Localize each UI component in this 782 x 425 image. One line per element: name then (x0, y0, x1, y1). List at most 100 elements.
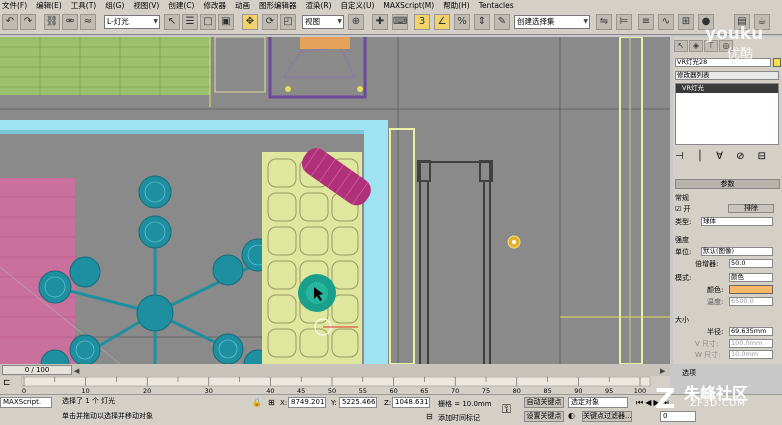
keyboard-shortcut-icon[interactable]: ⌨ (392, 14, 408, 30)
viewport-top[interactable] (0, 37, 670, 364)
temperature-label: 温度: (707, 298, 724, 306)
unlink-icon[interactable]: ⚮ (62, 14, 78, 30)
selection-info: 选择了 1 个 灯光 (60, 397, 246, 408)
select-by-name-icon[interactable]: ☰ (182, 14, 198, 30)
menu-item[interactable]: Tentacles (479, 1, 514, 10)
selection-filter-dropdown[interactable]: L-灯光 (104, 15, 160, 29)
auto-key-button[interactable]: 自动关键点 (524, 397, 564, 408)
curve-editor-icon[interactable]: ∿ (658, 14, 674, 30)
track-tick-label: 65 (420, 387, 428, 394)
add-time-tag[interactable]: 添加时间标记 (438, 413, 480, 423)
bind-space-warp-icon[interactable]: ≈ (80, 14, 96, 30)
track-tick-label: 60 (389, 387, 397, 394)
wsize-field[interactable]: 10.0mm (729, 350, 773, 359)
select-object-icon[interactable]: ↖ (164, 14, 180, 30)
modifier-list-dropdown[interactable]: 修改器列表 (675, 71, 779, 80)
undo-icon[interactable]: ↶ (2, 14, 18, 30)
track-tick-label: 80 (513, 387, 521, 394)
window-crossing-icon[interactable]: ▣ (218, 14, 234, 30)
select-rotate-icon[interactable]: ⟳ (262, 14, 278, 30)
track-tick-label: 55 (359, 387, 367, 394)
stack-item-vray-light[interactable]: VR灯光 (676, 84, 778, 93)
object-color-swatch[interactable] (773, 58, 781, 67)
track-tick-label: 75 (482, 387, 490, 394)
menu-item[interactable]: 自定义(U) (341, 0, 375, 11)
time-prev-icon[interactable]: ◀ (74, 367, 79, 375)
menu-item[interactable]: 修改器 (203, 0, 226, 11)
spinner-snap-icon[interactable]: ⇕ (474, 14, 490, 30)
select-scale-icon[interactable]: ◰ (280, 14, 296, 30)
percent-snap-icon[interactable]: % (454, 14, 470, 30)
reference-coord-dropdown[interactable]: 视图 (302, 15, 344, 29)
time-tag-icon[interactable]: ⊟ (426, 412, 433, 421)
maxscript-listener[interactable]: MAXScript. (0, 397, 52, 408)
light-color-swatch[interactable] (729, 285, 773, 294)
menu-item[interactable]: 文件(F) (2, 0, 27, 11)
menu-item[interactable]: 编辑(E) (36, 0, 62, 11)
track-bar[interactable]: 0 10 20 30 40 45 50 55 60 65 70 75 80 85 90 95 100 ⊏ (0, 376, 670, 395)
pivot-center-icon[interactable]: ⊕ (348, 14, 364, 30)
menu-item[interactable]: 动画 (235, 0, 250, 11)
snap-toggle-icon[interactable]: 3 (414, 14, 430, 30)
x-label: X: (280, 399, 288, 407)
absolute-mode-icon[interactable]: ⊞ (268, 398, 275, 407)
x-coord-field[interactable]: 8749.201n (288, 397, 326, 408)
vsize-field[interactable]: 100.0mm (729, 339, 773, 348)
exclude-button[interactable]: 排除 (728, 204, 774, 213)
menu-item[interactable]: 渲染(R) (305, 0, 331, 11)
color-label: 颜色: (707, 286, 724, 294)
menu-item[interactable]: 视图(V) (133, 0, 159, 11)
set-key-button[interactable]: 设置关键点 (524, 411, 564, 422)
named-selection-dropdown[interactable]: 创建选择集 (514, 15, 590, 29)
y-coord-field[interactable]: 5225.466n (339, 397, 377, 408)
menu-item[interactable]: 帮助(H) (443, 0, 470, 11)
wsize-label: W 尺寸: (695, 351, 721, 359)
redo-icon[interactable]: ↷ (20, 14, 36, 30)
object-name-field[interactable]: VR灯光28 (675, 58, 771, 67)
time-slider[interactable]: 0 / 100 ◀ ▶ (0, 364, 670, 376)
key-mode-dropdown[interactable]: 选定对象 (568, 397, 628, 408)
type-dropdown[interactable]: 球体 (701, 217, 773, 226)
track-icon[interactable]: ⊏ (3, 378, 11, 388)
angle-snap-icon[interactable]: ∠ (434, 14, 450, 30)
lock-selection-icon[interactable]: 🔒 (252, 398, 262, 407)
menu-item[interactable]: MAXScript(M) (383, 1, 434, 10)
intensity-label: 强度 (675, 236, 689, 244)
key-filters-button[interactable]: 关键点过滤器... (582, 411, 632, 422)
edit-named-selection-icon[interactable]: ✎ (494, 14, 510, 30)
select-manipulate-icon[interactable]: ✚ (372, 14, 388, 30)
track-tick-label: 95 (605, 387, 613, 394)
units-dropdown[interactable]: 默认(图像) (701, 247, 773, 256)
multiplier-field[interactable]: 50.0 (729, 259, 773, 268)
create-tab-icon[interactable]: ↖ (674, 40, 688, 52)
key-icon[interactable]: ⚿ (502, 402, 511, 417)
radius-field[interactable]: 69.635mm (729, 327, 773, 336)
time-next-icon[interactable]: ▶ (660, 367, 665, 375)
stack-tools-icons[interactable]: ⊣ │ ∀ ⊘ ⊟ (675, 151, 771, 162)
menu-item[interactable]: 工具(T) (71, 0, 96, 11)
menu-item[interactable]: 图形编辑器 (259, 0, 297, 11)
mode-dropdown[interactable]: 颜色 (729, 273, 773, 282)
time-slider-thumb[interactable]: 0 / 100 (2, 365, 72, 375)
set-key-icon[interactable]: ◐ (568, 411, 575, 420)
zf3d-watermark: ZF3D.COM (690, 399, 746, 409)
viewport-scene (0, 37, 670, 364)
modify-tab-icon[interactable]: ◈ (689, 40, 703, 52)
on-checkbox[interactable]: ☑ 开 (675, 204, 691, 214)
mirror-icon[interactable]: ⇋ (596, 14, 612, 30)
align-icon[interactable]: ⊨ (616, 14, 632, 30)
link-icon[interactable]: ⛓ (44, 14, 60, 30)
schematic-view-icon[interactable]: ⊞ (678, 14, 694, 30)
rect-selection-icon[interactable]: □ (200, 14, 216, 30)
modifier-stack[interactable]: VR灯光 (675, 83, 779, 145)
layer-manager-icon[interactable]: ≡ (638, 14, 654, 30)
menu-item[interactable]: 组(G) (105, 0, 124, 11)
temperature-field[interactable]: 6500.0 (729, 297, 773, 306)
track-tick-label: 50 (328, 387, 336, 394)
command-panel: ↖ ◈ ⊤ ◎ VR灯光28 修改器列表 VR灯光 ⊣ │ ∀ ⊘ ⊟ 参数 常… (673, 37, 782, 364)
z-coord-field[interactable]: 1048.631n (392, 397, 430, 408)
track-tick-label: 10 (81, 387, 89, 394)
menu-item[interactable]: 创建(C) (168, 0, 194, 11)
params-rollout[interactable]: 参数 (675, 179, 780, 189)
select-move-icon[interactable]: ✥ (242, 14, 258, 30)
